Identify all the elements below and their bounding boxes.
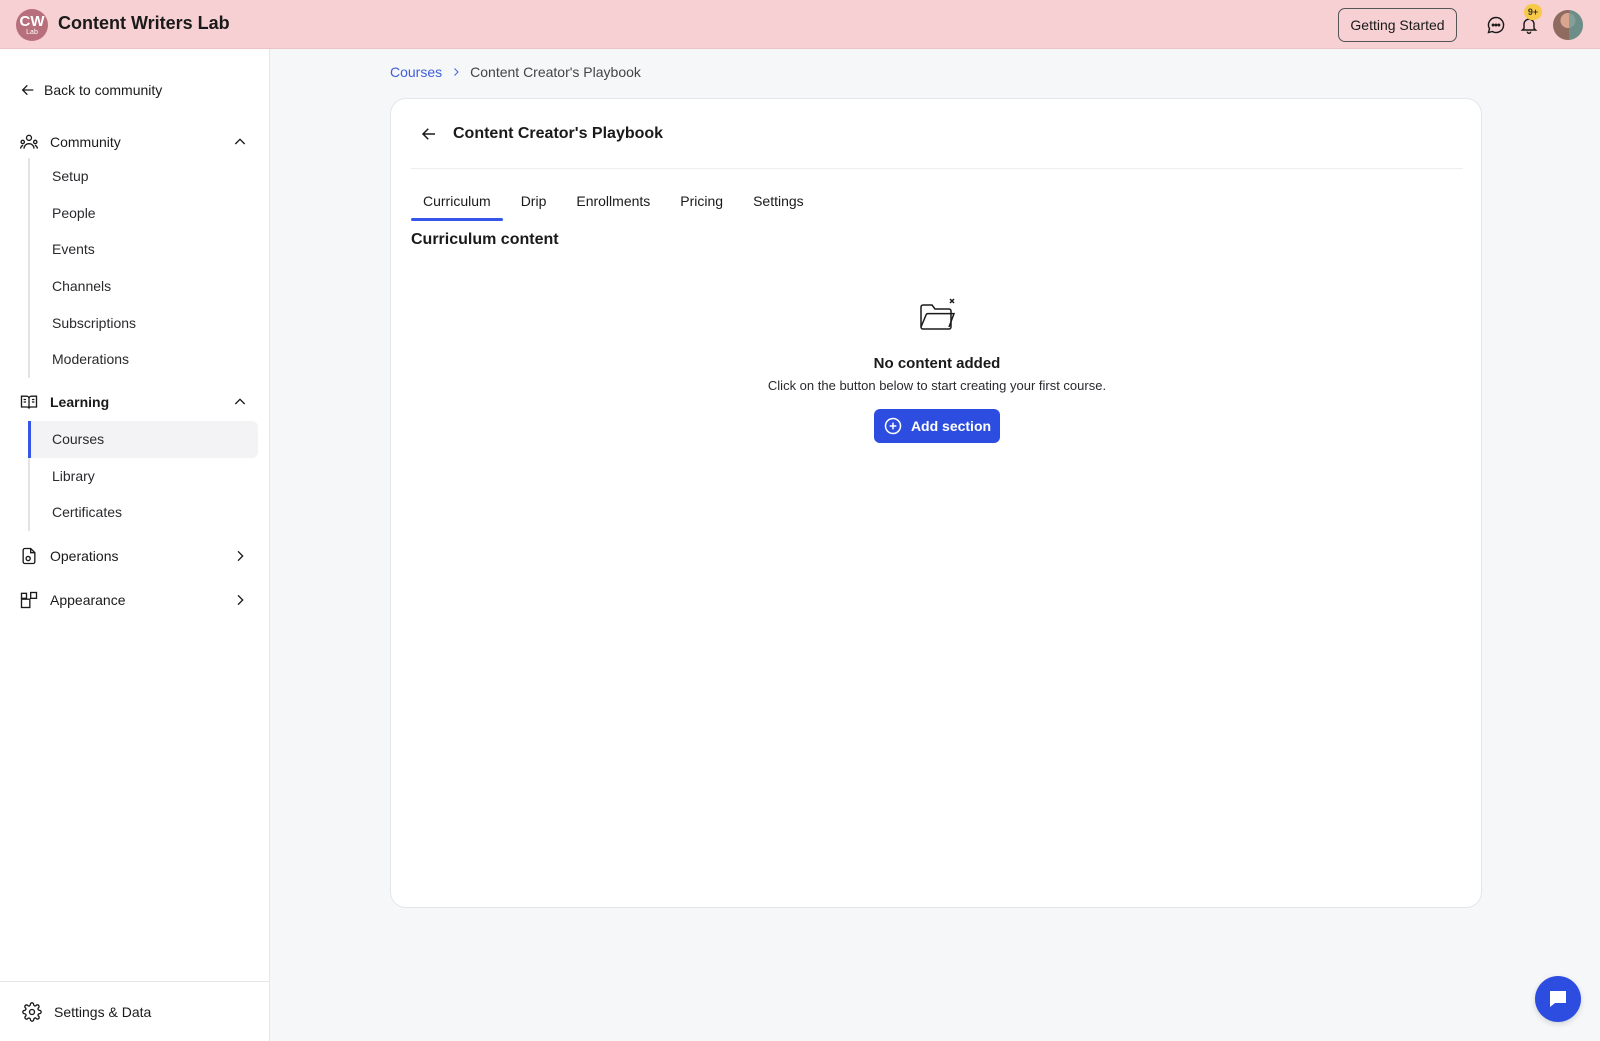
appearance-icon — [18, 589, 40, 611]
sidebar: Back to community Community Setup People… — [0, 49, 270, 1041]
breadcrumb-courses-link[interactable]: Courses — [390, 64, 442, 80]
course-tabs: Curriculum Drip Enrollments Pricing Sett… — [411, 183, 822, 221]
chevron-right-icon — [454, 68, 459, 76]
sidebar-section-appearance[interactable]: Appearance — [18, 586, 250, 614]
sidebar-item-events[interactable]: Events — [30, 231, 258, 268]
sidebar-item-setup[interactable]: Setup — [30, 158, 258, 195]
chat-bubble-icon — [1550, 991, 1566, 1007]
brand-logo[interactable]: CW Lab — [16, 9, 48, 41]
sidebar-section-learning[interactable]: Learning — [18, 388, 250, 416]
sidebar-item-people[interactable]: People — [30, 195, 258, 232]
empty-folder-icon — [920, 298, 956, 330]
sidebar-item-certificates[interactable]: Certificates — [30, 494, 258, 531]
arrow-left-icon — [21, 84, 34, 96]
back-arrow-icon[interactable] — [417, 122, 441, 146]
chevron-up-icon[interactable] — [230, 132, 250, 152]
back-label: Back to community — [44, 82, 163, 98]
curriculum-content-title: Curriculum content — [411, 231, 559, 248]
course-card: Content Creator's Playbook Curriculum Dr… — [390, 98, 1482, 908]
chevron-right-icon[interactable] — [230, 546, 250, 566]
getting-started-button[interactable]: Getting Started — [1338, 8, 1457, 42]
logo-subtext: Lab — [26, 28, 38, 36]
tab-drip[interactable]: Drip — [509, 183, 559, 219]
add-section-button[interactable]: Add section — [873, 409, 1001, 443]
sidebar-item-courses[interactable]: Courses — [28, 421, 258, 458]
empty-state: No content added Click on the button bel… — [391, 295, 1483, 443]
notification-badge: 9+ — [1524, 4, 1542, 20]
top-bar: CW Lab Content Writers Lab Getting Start… — [0, 0, 1600, 49]
brand-name[interactable]: Content Writers Lab — [58, 13, 230, 34]
course-header: Content Creator's Playbook — [411, 99, 1463, 169]
tab-curriculum[interactable]: Curriculum — [411, 183, 503, 221]
operations-icon — [18, 545, 40, 567]
learning-label: Learning — [50, 394, 110, 410]
settings-data-link[interactable]: Settings & Data — [0, 981, 269, 1041]
chevron-up-icon[interactable] — [230, 392, 250, 412]
sidebar-section-community[interactable]: Community — [18, 128, 250, 156]
tab-settings[interactable]: Settings — [741, 183, 816, 219]
logo-text: CW — [19, 12, 45, 30]
learning-subnav: Courses Library Certificates — [28, 421, 258, 531]
chat-icon[interactable] — [1484, 13, 1508, 37]
operations-label: Operations — [50, 548, 119, 564]
tab-pricing[interactable]: Pricing — [668, 183, 735, 219]
settings-data-label: Settings & Data — [54, 1003, 152, 1020]
sidebar-item-subscriptions[interactable]: Subscriptions — [30, 304, 258, 341]
add-section-label: Add section — [910, 418, 992, 434]
community-icon — [18, 131, 40, 153]
appearance-label: Appearance — [50, 592, 126, 608]
breadcrumb-current: Content Creator's Playbook — [470, 64, 641, 80]
user-avatar[interactable] — [1553, 10, 1583, 40]
course-title: Content Creator's Playbook — [453, 124, 664, 142]
breadcrumb: Courses Content Creator's Playbook — [390, 64, 641, 80]
community-label: Community — [50, 134, 121, 150]
empty-state-subtitle: Click on the button below to start creat… — [767, 378, 1107, 393]
sidebar-item-library[interactable]: Library — [30, 458, 258, 495]
chevron-right-icon[interactable] — [230, 590, 250, 610]
empty-state-title: No content added — [873, 355, 1001, 372]
plus-circle-icon — [884, 417, 902, 435]
back-to-community-link[interactable]: Back to community — [20, 82, 162, 98]
gear-icon — [22, 1001, 42, 1022]
tab-enrollments[interactable]: Enrollments — [564, 183, 662, 219]
sidebar-item-channels[interactable]: Channels — [30, 268, 258, 305]
sidebar-section-operations[interactable]: Operations — [18, 542, 250, 570]
sidebar-item-moderations[interactable]: Moderations — [30, 341, 258, 378]
support-chat-button[interactable] — [1535, 976, 1581, 1022]
book-icon — [18, 391, 40, 413]
community-subnav: Setup People Events Channels Subscriptio… — [28, 158, 258, 378]
